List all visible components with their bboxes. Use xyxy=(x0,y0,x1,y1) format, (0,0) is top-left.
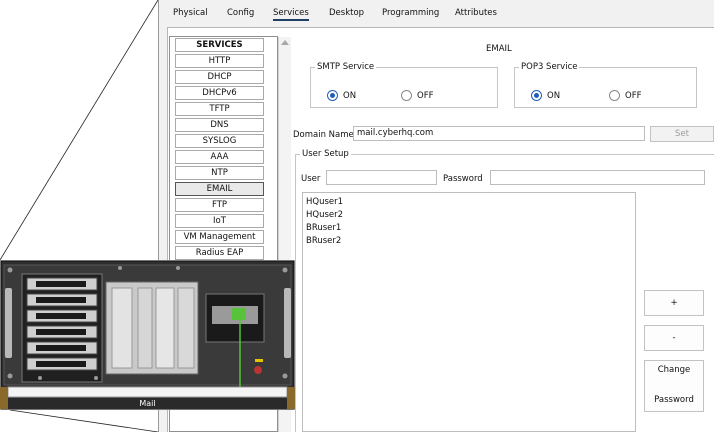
pop3-off-label: OFF xyxy=(625,91,642,101)
user-list[interactable]: HQuser1 HQuser2 BRuser1 BRuser2 xyxy=(302,192,636,432)
service-item-dhcpv6[interactable]: DHCPv6 xyxy=(175,86,264,100)
service-item-dns[interactable]: DNS xyxy=(175,118,264,132)
change-password-button[interactable]: Change Password xyxy=(644,360,704,412)
smtp-legend: SMTP Service xyxy=(317,62,375,72)
email-service-panel: EMAIL SMTP Service ON OFF POP3 Service O… xyxy=(290,36,714,432)
pop3-on-label: ON xyxy=(547,91,561,101)
service-item-aaa[interactable]: AAA xyxy=(175,150,264,164)
remove-user-button[interactable]: - xyxy=(644,325,704,351)
add-user-button[interactable]: + xyxy=(644,290,704,316)
panel-title: EMAIL xyxy=(486,44,512,54)
smtp-on-radio[interactable] xyxy=(327,90,338,101)
server-chassis-icon xyxy=(0,260,295,410)
tab-bar: Physical Config Services Desktop Program… xyxy=(159,0,714,26)
password-input[interactable] xyxy=(490,170,705,185)
service-item-iot[interactable]: IoT xyxy=(175,214,264,228)
service-item-tftp[interactable]: TFTP xyxy=(175,102,264,116)
smtp-off-label: OFF xyxy=(417,91,434,101)
service-item-radius-eap[interactable]: Radius EAP xyxy=(175,246,264,260)
user-label: User xyxy=(301,174,321,184)
tab-attributes[interactable]: Attributes xyxy=(455,8,497,18)
service-item-dhcp[interactable]: DHCP xyxy=(175,70,264,84)
domain-name-label: Domain Name: xyxy=(293,130,357,140)
pop3-on-radio[interactable] xyxy=(531,90,542,101)
change-password-line1: Change xyxy=(657,365,691,375)
pop3-legend: POP3 Service xyxy=(521,62,578,72)
change-password-line2: Password xyxy=(654,395,694,405)
user-input[interactable] xyxy=(326,170,437,185)
list-item[interactable]: HQuser2 xyxy=(306,210,343,220)
tab-config[interactable]: Config xyxy=(227,8,254,18)
tab-desktop[interactable]: Desktop xyxy=(329,8,364,18)
pop3-off-radio[interactable] xyxy=(609,90,620,101)
service-item-http[interactable]: HTTP xyxy=(175,54,264,68)
user-setup-legend: User Setup xyxy=(302,149,349,159)
service-item-email[interactable]: EMAIL xyxy=(175,182,264,196)
mail-server-device-image: Mail xyxy=(0,260,295,410)
list-item[interactable]: BRuser2 xyxy=(306,236,341,246)
tab-services[interactable]: Services xyxy=(273,8,309,21)
services-header: SERVICES xyxy=(175,38,264,52)
domain-name-input[interactable]: mail.cyberhq.com xyxy=(353,126,645,141)
service-item-syslog[interactable]: SYSLOG xyxy=(175,134,264,148)
tab-programming[interactable]: Programming xyxy=(382,8,439,18)
service-item-ftp[interactable]: FTP xyxy=(175,198,264,212)
list-item[interactable]: BRuser1 xyxy=(306,223,341,233)
smtp-off-radio[interactable] xyxy=(401,90,412,101)
list-item[interactable]: HQuser1 xyxy=(306,197,343,207)
service-item-vm-management[interactable]: VM Management xyxy=(175,230,264,244)
smtp-on-label: ON xyxy=(343,91,357,101)
scroll-up-icon[interactable] xyxy=(281,40,289,45)
tab-physical[interactable]: Physical xyxy=(173,8,208,18)
password-label: Password xyxy=(443,174,483,184)
smtp-service-group: SMTP Service ON OFF xyxy=(310,62,498,108)
device-label: Mail xyxy=(139,399,156,408)
service-item-ntp[interactable]: NTP xyxy=(175,166,264,180)
set-button[interactable]: Set xyxy=(650,126,714,142)
pop3-service-group: POP3 Service ON OFF xyxy=(514,62,697,108)
